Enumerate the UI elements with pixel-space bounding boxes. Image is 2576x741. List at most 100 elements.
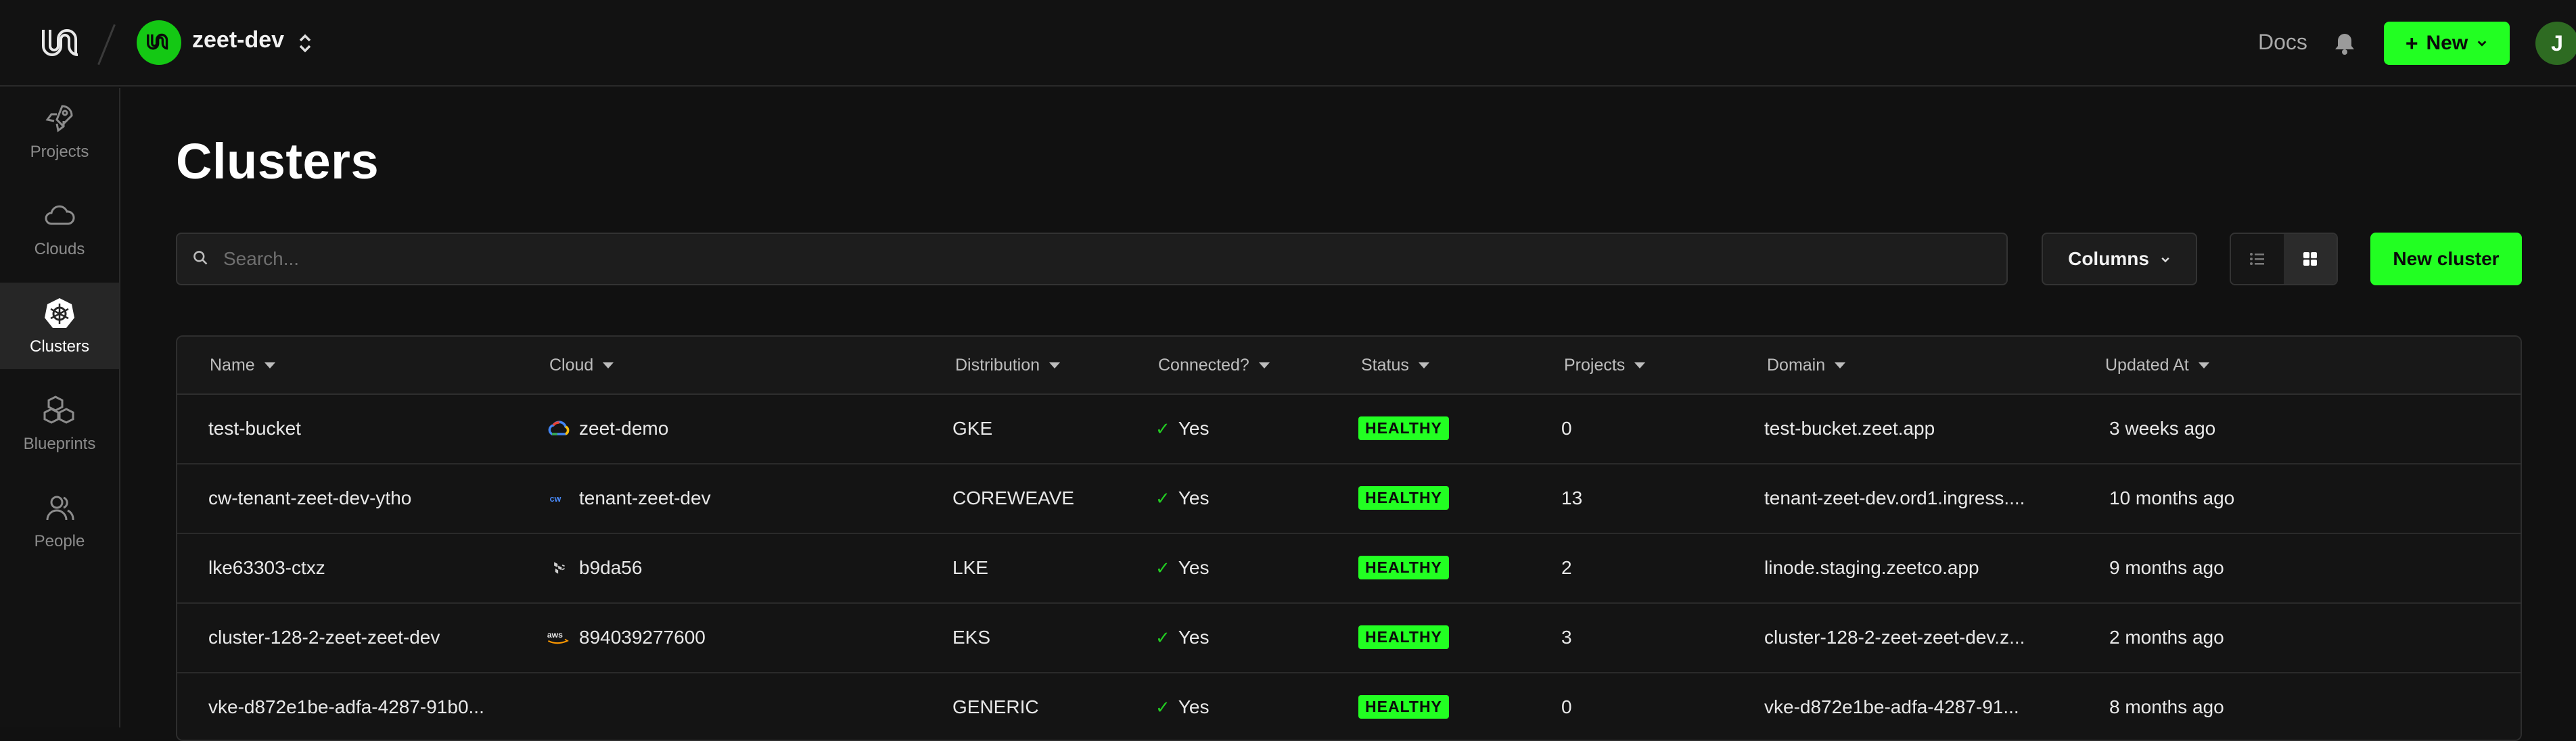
top-bar: zeet-dev Docs + New J — [0, 0, 2576, 87]
check-icon: ✓ — [1155, 696, 1170, 717]
domain: vke-d872e1be-adfa-4287-91... — [1764, 696, 2019, 717]
cloud-account: zeet-demo — [579, 418, 669, 439]
projects-count: 13 — [1561, 487, 1583, 508]
plus-icon: + — [2405, 31, 2418, 55]
chevron-down-icon — [2160, 248, 2171, 270]
status-badge: HEALTHY — [1358, 695, 1449, 719]
cloud-account: tenant-zeet-dev — [579, 487, 711, 508]
updated-at: 8 months ago — [2109, 696, 2224, 717]
columns-button[interactable]: Columns — [2042, 233, 2197, 285]
status-badge: HEALTHY — [1358, 486, 1449, 510]
table-row[interactable]: lke63303-ctxz b9da56 LKE ✓ Yes HEALTHY 2 … — [177, 534, 2521, 604]
sort-caret-icon — [603, 362, 614, 368]
updated-at: 9 months ago — [2109, 557, 2224, 578]
cluster-name[interactable]: cluster-128-2-zeet-zeet-dev — [208, 627, 440, 648]
svg-text:cw: cw — [550, 494, 561, 504]
updated-at: 3 weeks ago — [2109, 418, 2216, 439]
new-cluster-button[interactable]: New cluster — [2370, 233, 2522, 285]
check-icon: ✓ — [1155, 627, 1170, 648]
org-name[interactable]: zeet-dev — [192, 27, 284, 53]
column-header-name[interactable]: Name — [210, 356, 275, 375]
connected-cell: ✓ Yes — [1155, 487, 1210, 508]
check-icon: ✓ — [1155, 418, 1170, 439]
new-button[interactable]: + New — [2384, 22, 2510, 65]
linode-icon — [547, 558, 571, 577]
connected-cell: ✓ Yes — [1155, 627, 1210, 648]
sidebar-item-projects[interactable]: Projects — [0, 88, 119, 174]
org-avatar[interactable] — [137, 20, 181, 65]
cloud-account: b9da56 — [579, 557, 643, 578]
chevron-down-icon — [2476, 32, 2488, 55]
updated-at: 10 months ago — [2109, 487, 2235, 508]
connected-cell: ✓ Yes — [1155, 696, 1210, 717]
sidebar-item-clusters[interactable]: Clusters — [0, 283, 119, 369]
cloud-cell: cw tenant-zeet-dev — [547, 487, 711, 509]
clusters-table: Name Cloud Distribution Connected? Statu… — [176, 335, 2522, 741]
aws-icon: aws — [547, 628, 571, 647]
cluster-name[interactable]: vke-d872e1be-adfa-4287-91b0... — [208, 696, 484, 718]
table-row[interactable]: test-bucket zeet-demo GKE ✓ Yes HEALTHY 0… — [177, 395, 2521, 464]
status-cell: HEALTHY — [1358, 486, 1449, 510]
sidebar-item-label: People — [34, 532, 85, 550]
search-icon — [192, 249, 208, 269]
cloud-cell: aws 894039277600 — [547, 627, 706, 648]
list-icon — [2250, 253, 2264, 265]
domain: linode.staging.zeetco.app — [1764, 557, 1979, 578]
distribution: LKE — [952, 557, 988, 578]
table-row[interactable]: cw-tenant-zeet-dev-ytho cw tenant-zeet-d… — [177, 464, 2521, 534]
cloud-cell: zeet-demo — [547, 418, 668, 439]
zeet-logo-icon[interactable] — [38, 20, 84, 66]
sidebar-item-blueprints[interactable]: Blueprints — [0, 380, 119, 467]
table-row[interactable]: cluster-128-2-zeet-zeet-dev aws 89403927… — [177, 604, 2521, 673]
cubes-icon — [43, 396, 74, 424]
column-header-domain[interactable]: Domain — [1767, 356, 1846, 375]
cluster-name[interactable]: test-bucket — [208, 418, 301, 439]
sort-caret-icon — [1049, 362, 1061, 368]
sidebar-item-clouds[interactable]: Clouds — [0, 185, 119, 272]
check-icon: ✓ — [1155, 487, 1170, 508]
cluster-name[interactable]: cw-tenant-zeet-dev-ytho — [208, 487, 411, 509]
column-header-updated-at[interactable]: Updated At — [2105, 356, 2209, 375]
column-header-projects[interactable]: Projects — [1564, 356, 1646, 375]
connected-cell: ✓ Yes — [1155, 418, 1210, 439]
column-header-connected[interactable]: Connected? — [1158, 356, 1270, 375]
sort-caret-icon — [1258, 362, 1270, 368]
table-row[interactable]: vke-d872e1be-adfa-4287-91b0... GENERIC ✓… — [177, 673, 2521, 740]
sort-caret-icon — [1418, 362, 1429, 368]
bell-icon[interactable] — [2331, 30, 2358, 57]
distribution: GENERIC — [952, 696, 1039, 717]
column-header-cloud[interactable]: Cloud — [549, 356, 614, 375]
sidebar: Projects Clouds Clusters Blueprints Peop… — [0, 88, 120, 727]
search-bar[interactable] — [176, 233, 2008, 285]
status-cell: HEALTHY — [1358, 556, 1449, 579]
distribution: COREWEAVE — [952, 487, 1074, 508]
docs-link[interactable]: Docs — [2258, 30, 2307, 55]
sort-caret-icon — [1835, 362, 1846, 368]
sort-caret-icon — [1634, 362, 1646, 368]
gcp-icon — [547, 419, 571, 438]
distribution: EKS — [952, 627, 991, 648]
search-input[interactable] — [223, 248, 1914, 270]
status-cell: HEALTHY — [1358, 416, 1449, 440]
column-header-distribution[interactable]: Distribution — [955, 356, 1061, 375]
grid-view-button[interactable] — [2284, 234, 2337, 284]
rocket-icon — [45, 105, 73, 133]
sidebar-item-label: Blueprints — [23, 435, 96, 453]
page-title: Clusters — [176, 133, 380, 189]
projects-count: 2 — [1561, 557, 1572, 578]
domain: tenant-zeet-dev.ord1.ingress.... — [1764, 487, 2025, 508]
chevron-up-down-icon[interactable] — [295, 30, 315, 57]
svg-text:aws: aws — [547, 630, 563, 640]
breadcrumb-divider — [97, 24, 116, 66]
sidebar-item-people[interactable]: People — [0, 477, 119, 564]
zeet-org-logo-icon — [147, 33, 168, 50]
sidebar-item-label: Clouds — [34, 240, 85, 258]
cluster-name[interactable]: lke63303-ctxz — [208, 557, 325, 579]
column-header-status[interactable]: Status — [1361, 356, 1429, 375]
domain: cluster-128-2-zeet-zeet-dev.z... — [1764, 627, 2025, 648]
distribution: GKE — [952, 418, 993, 439]
projects-count: 0 — [1561, 696, 1572, 717]
list-view-button[interactable] — [2231, 234, 2284, 284]
check-icon: ✓ — [1155, 557, 1170, 578]
user-avatar[interactable]: J — [2535, 22, 2576, 65]
